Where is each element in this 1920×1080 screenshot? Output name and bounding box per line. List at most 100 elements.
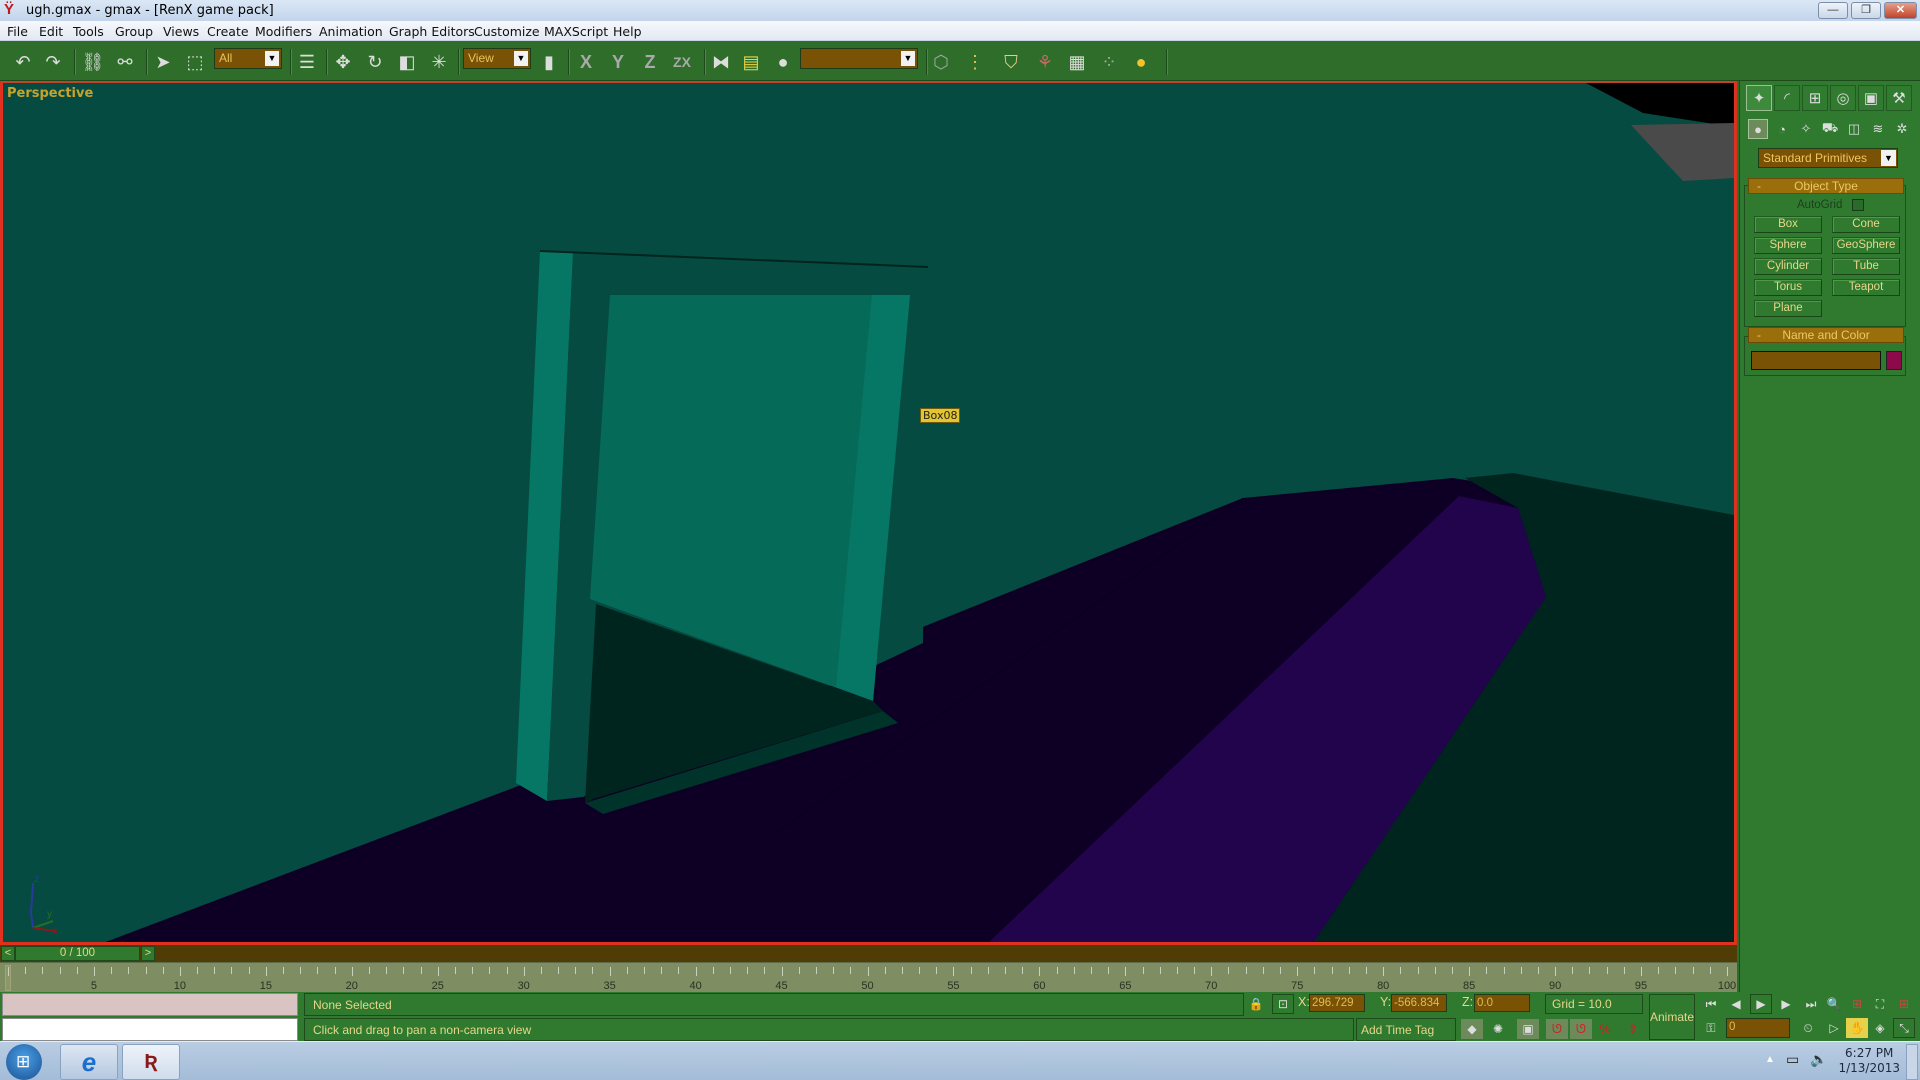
color-clipboard-icon[interactable]: ● (1128, 49, 1154, 75)
degradation-override-icon[interactable]: ▣ (1517, 1019, 1539, 1039)
start-button[interactable]: ⊞ (6, 1044, 42, 1080)
next-frame-icon[interactable]: ▶ (1775, 994, 1797, 1014)
autogrid-checkbox[interactable] (1852, 199, 1864, 211)
arc-rotate-icon[interactable]: ◈ (1869, 1018, 1891, 1038)
perspective-viewport[interactable]: z y x Perspective Box08 (0, 81, 1737, 945)
field-of-view-icon[interactable]: ▷ (1823, 1018, 1845, 1038)
name-and-color-header[interactable]: - Name and Color (1748, 327, 1904, 343)
time-slider[interactable]: < 0 / 100 > (0, 945, 1737, 962)
checker-icon[interactable]: ▦ (1064, 49, 1090, 75)
menu-edit[interactable]: Edit (39, 24, 63, 39)
zoom-extents-all-icon[interactable]: ⊞ (1893, 994, 1915, 1014)
move-icon[interactable]: ✥ (330, 49, 356, 75)
play-icon[interactable]: ▶ (1750, 994, 1772, 1014)
lock-selection-icon[interactable]: 🔒 (1245, 994, 1267, 1014)
selection-lock-icon[interactable]: ◆ (1461, 1019, 1483, 1039)
add-time-tag-button[interactable]: Add Time Tag (1356, 1018, 1456, 1041)
mirror-icon[interactable]: ⧓ (708, 49, 734, 75)
chevron-down-icon[interactable]: ▼ (901, 51, 915, 66)
cylinder-button[interactable]: Cylinder (1754, 258, 1822, 275)
helpers-icon[interactable]: ◫ (1844, 119, 1864, 139)
modify-tab-icon[interactable]: ◜ (1774, 85, 1800, 111)
network-icon[interactable]: ▭ (1786, 1051, 1799, 1068)
percent-snap-icon[interactable]: % (1594, 1019, 1616, 1039)
space-warps-icon[interactable]: ≋ (1868, 119, 1888, 139)
axis-constraint-icon[interactable]: ▮ (536, 49, 562, 75)
animate-button[interactable]: Animate (1649, 994, 1695, 1040)
lights-icon[interactable]: ✧ (1796, 119, 1816, 139)
menu-tools[interactable]: Tools (73, 24, 104, 39)
named-selection-dropdown[interactable]: ▼ (800, 48, 918, 69)
menu-views[interactable]: Views (163, 24, 199, 39)
chevron-down-icon[interactable]: ▼ (1881, 150, 1896, 166)
viewport-label[interactable]: Perspective (7, 86, 93, 101)
close-button[interactable]: ✕ (1884, 2, 1917, 19)
chevron-down-icon[interactable]: ▼ (514, 51, 528, 66)
menu-animation[interactable]: Animation (319, 24, 383, 39)
renx-taskbar-button[interactable]: Ʀ (122, 1044, 180, 1080)
menu-graph-editors[interactable]: Graph Editors (389, 24, 475, 39)
maxscript-listener-input[interactable] (2, 1018, 298, 1041)
select-object-icon[interactable]: ➤ (150, 49, 176, 75)
chevron-down-icon[interactable]: ▼ (265, 51, 279, 66)
y-coord-field[interactable]: -566.834 (1391, 994, 1447, 1012)
selection-filter-dropdown[interactable]: All ▼ (214, 48, 282, 69)
systems-icon[interactable]: ✲ (1892, 119, 1912, 139)
schematic-icon[interactable]: ⋮ (962, 49, 988, 75)
reference-coord-dropdown[interactable]: View ▼ (463, 48, 531, 69)
cameras-icon[interactable]: ⛟ (1820, 119, 1840, 139)
rotate-icon[interactable]: ↻ (362, 49, 388, 75)
zx-plane-icon[interactable]: ZX (669, 49, 695, 75)
material-icon[interactable]: ● (770, 49, 796, 75)
menu-help[interactable]: Help (613, 24, 642, 39)
utilities-tab-icon[interactable]: ⚒ (1886, 85, 1912, 111)
next-frame-button[interactable]: > (141, 946, 155, 961)
window-crossing-icon[interactable]: ✺ (1487, 1019, 1509, 1039)
zoom-all-icon[interactable]: ⊞ (1846, 994, 1868, 1014)
teapot-button[interactable]: Teapot (1832, 279, 1900, 296)
tube-button[interactable]: Tube (1832, 258, 1900, 275)
geometry-icon[interactable]: ● (1748, 119, 1768, 139)
menu-modifiers[interactable]: Modifiers (255, 24, 312, 39)
current-frame-field[interactable]: 0 (1726, 1018, 1790, 1038)
menu-create[interactable]: Create (207, 24, 249, 39)
menu-maxscript[interactable]: MAXScript (544, 24, 608, 39)
gmax-icon[interactable]: Ÿ (4, 2, 18, 18)
time-slider-handle[interactable]: 0 / 100 (15, 946, 140, 961)
internet-explorer-taskbar-button[interactable]: e (60, 1044, 118, 1080)
align-icon[interactable]: ▤ (738, 49, 764, 75)
snap-toggle-icon[interactable]: ᘎ (1546, 1019, 1568, 1039)
scale-icon[interactable]: ◧ (394, 49, 420, 75)
select-and-link-icon[interactable]: ⛓ (80, 49, 106, 75)
pan-hand-icon[interactable]: ✋ (1846, 1018, 1868, 1038)
show-hidden-icons[interactable]: ▲ (1765, 1054, 1775, 1065)
zoom-extents-icon[interactable]: ⛶ (1869, 994, 1891, 1014)
shapes-icon[interactable]: ◔ (1772, 119, 1792, 139)
pivot-icon[interactable]: ✳ (426, 49, 452, 75)
restore-button[interactable]: ❐ (1851, 2, 1881, 19)
prev-frame-button[interactable]: < (1, 946, 15, 961)
minimize-button[interactable]: — (1818, 2, 1848, 19)
display-tab-icon[interactable]: ▣ (1858, 85, 1884, 111)
z-axis-icon[interactable]: Z (637, 49, 663, 75)
spinner-snap-icon[interactable]: ⇕ (1622, 1019, 1644, 1039)
track-view-icon[interactable]: ⬡ (928, 49, 954, 75)
region-select-icon[interactable]: ⬚ (182, 49, 208, 75)
z-coord-field[interactable]: 0.0 (1474, 994, 1530, 1012)
go-to-start-icon[interactable]: ⏮ (1700, 994, 1722, 1014)
go-to-end-icon[interactable]: ⏭ (1800, 994, 1822, 1014)
angle-snap-icon[interactable]: ᘎ (1570, 1019, 1592, 1039)
object-color-swatch[interactable] (1886, 351, 1902, 370)
show-desktop-button[interactable] (1906, 1044, 1918, 1080)
motion-tab-icon[interactable]: ◎ (1830, 85, 1856, 111)
object-id-icon[interactable]: ⁘ (1096, 49, 1122, 75)
render-icon[interactable]: ⛉ (998, 49, 1024, 75)
undo-icon[interactable]: ↶ (10, 49, 36, 75)
maxscript-listener-output[interactable] (2, 993, 298, 1016)
sphere-button[interactable]: Sphere (1754, 237, 1822, 254)
key-mode-icon[interactable]: ⚿ (1700, 1018, 1722, 1038)
menu-file[interactable]: File (7, 24, 28, 39)
curve-editor-icon[interactable]: ⚘ (1032, 49, 1058, 75)
menu-customize[interactable]: Customize (474, 24, 540, 39)
object-type-header[interactable]: - Object Type (1748, 178, 1904, 194)
